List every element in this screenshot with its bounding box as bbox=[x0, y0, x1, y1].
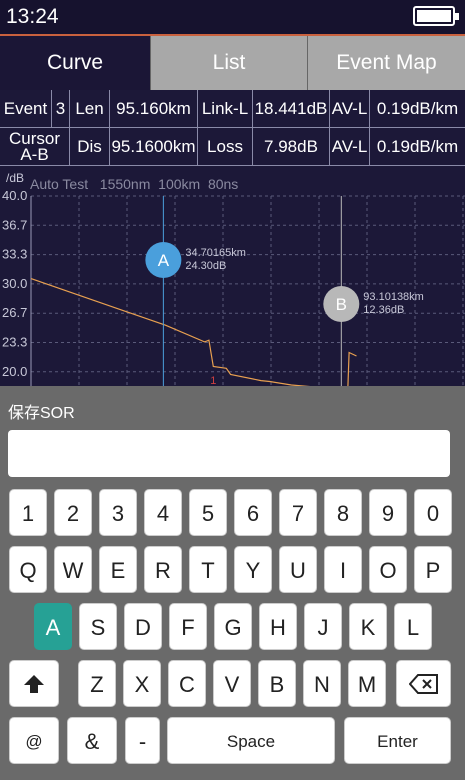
key-b[interactable]: B bbox=[258, 660, 296, 707]
event-value: 3 bbox=[52, 90, 70, 128]
keyboard-title: 保存SOR bbox=[8, 405, 75, 422]
key-v[interactable]: V bbox=[213, 660, 251, 707]
shift-up-arrow-icon bbox=[24, 675, 44, 693]
key-s[interactable]: S bbox=[79, 603, 117, 650]
backspace-icon bbox=[408, 674, 438, 694]
avg-loss-value: 0.19dB/km bbox=[370, 90, 465, 128]
key-1[interactable]: 1 bbox=[9, 489, 47, 536]
chart-header: Auto Test 1550nm 100km 80ns bbox=[30, 176, 238, 192]
len-label: Len bbox=[70, 90, 110, 128]
cursor-marker-label: A bbox=[158, 251, 170, 270]
tab-event-map[interactable]: Event Map bbox=[307, 36, 465, 90]
cursor-marker-label: B bbox=[336, 295, 347, 314]
avg-loss-label: AV-L bbox=[330, 90, 370, 128]
otdr-curve-chart[interactable]: 40.0 36.7 33.3 30.0 26.7 23.3 20.0/dB Auto Test… bbox=[0, 166, 465, 388]
y-tick-label: 33.3 bbox=[2, 247, 27, 262]
cursor-label-line2: A-B bbox=[20, 145, 49, 164]
key-j[interactable]: J bbox=[304, 603, 342, 650]
clock: 13:24 bbox=[6, 5, 59, 28]
dis-label: Dis bbox=[70, 128, 110, 166]
key-q[interactable]: Q bbox=[9, 546, 47, 593]
y-tick-label: 23.3 bbox=[2, 335, 27, 350]
cursor-label: Cursor A-B bbox=[0, 128, 70, 166]
avg-loss-value-2: 0.19dB/km bbox=[370, 128, 465, 166]
key-t[interactable]: T bbox=[189, 546, 227, 593]
key-p[interactable]: P bbox=[414, 546, 452, 593]
key-8[interactable]: 8 bbox=[324, 489, 362, 536]
info-table: Event 3 Len 95.160km Link-L 18.441dB AV-… bbox=[0, 90, 465, 166]
key-d[interactable]: D bbox=[124, 603, 162, 650]
cursor-loss: 24.30dB bbox=[185, 260, 226, 272]
status-bar: 13:24 bbox=[0, 0, 465, 36]
key-9[interactable]: 9 bbox=[369, 489, 407, 536]
tab-curve[interactable]: Curve bbox=[0, 36, 150, 90]
cursor-loss: 12.36dB bbox=[363, 304, 404, 316]
key-e[interactable]: E bbox=[99, 546, 137, 593]
y-tick-label: 20.0 bbox=[2, 364, 27, 379]
y-tick-label: 26.7 bbox=[2, 305, 27, 320]
key-u[interactable]: U bbox=[279, 546, 317, 593]
key-7[interactable]: 7 bbox=[279, 489, 317, 536]
tab-list[interactable]: List bbox=[150, 36, 307, 90]
key-o[interactable]: O bbox=[369, 546, 407, 593]
key-c[interactable]: C bbox=[168, 660, 206, 707]
key-3[interactable]: 3 bbox=[99, 489, 137, 536]
cursor-distance: 34.70165km bbox=[185, 247, 246, 259]
key-l[interactable]: L bbox=[394, 603, 432, 650]
loss-label: Loss bbox=[198, 128, 253, 166]
filename-input[interactable] bbox=[8, 430, 450, 477]
key-x[interactable]: X bbox=[123, 660, 161, 707]
battery-icon bbox=[413, 6, 459, 26]
key-a[interactable]: A bbox=[34, 603, 72, 650]
key-r[interactable]: R bbox=[144, 546, 182, 593]
key-w[interactable]: W bbox=[54, 546, 92, 593]
key-k[interactable]: K bbox=[349, 603, 387, 650]
key-y[interactable]: Y bbox=[234, 546, 272, 593]
y-unit-label: /dB bbox=[6, 171, 24, 185]
key-dash[interactable]: - bbox=[125, 717, 160, 764]
link-loss-value: 18.441dB bbox=[253, 90, 330, 128]
key-f[interactable]: F bbox=[169, 603, 207, 650]
len-value: 95.160km bbox=[110, 90, 198, 128]
key-m[interactable]: M bbox=[348, 660, 386, 707]
cursor-distance: 93.10138km bbox=[363, 291, 424, 303]
key-h[interactable]: H bbox=[259, 603, 297, 650]
key-2[interactable]: 2 bbox=[54, 489, 92, 536]
y-tick-label: 30.0 bbox=[2, 276, 27, 291]
key-5[interactable]: 5 bbox=[189, 489, 227, 536]
event-label: Event bbox=[0, 90, 52, 128]
enter-key[interactable]: Enter bbox=[344, 717, 451, 764]
key-ampersand[interactable]: & bbox=[67, 717, 117, 764]
key-at[interactable]: @ bbox=[9, 717, 59, 764]
key-n[interactable]: N bbox=[303, 660, 341, 707]
key-z[interactable]: Z bbox=[78, 660, 116, 707]
tab-bar: Curve List Event Map bbox=[0, 36, 465, 90]
link-loss-label: Link-L bbox=[198, 90, 253, 128]
key-0[interactable]: 0 bbox=[414, 489, 452, 536]
dis-value: 95.1600km bbox=[110, 128, 198, 166]
keyboard-panel: 保存SOR 1234567890 QWERTYUIOP ASDFGHJKL ZXCVB… bbox=[0, 386, 465, 780]
key-6[interactable]: 6 bbox=[234, 489, 272, 536]
avg-loss-label-2: AV-L bbox=[330, 128, 370, 166]
y-tick-label: 40.0 bbox=[2, 188, 27, 203]
space-key[interactable]: Space bbox=[167, 717, 335, 764]
key-i[interactable]: I bbox=[324, 546, 362, 593]
backspace-key[interactable] bbox=[396, 660, 451, 707]
shift-key[interactable] bbox=[9, 660, 59, 707]
key-g[interactable]: G bbox=[214, 603, 252, 650]
y-tick-label: 36.7 bbox=[2, 217, 27, 232]
loss-value: 7.98dB bbox=[253, 128, 330, 166]
key-4[interactable]: 4 bbox=[144, 489, 182, 536]
